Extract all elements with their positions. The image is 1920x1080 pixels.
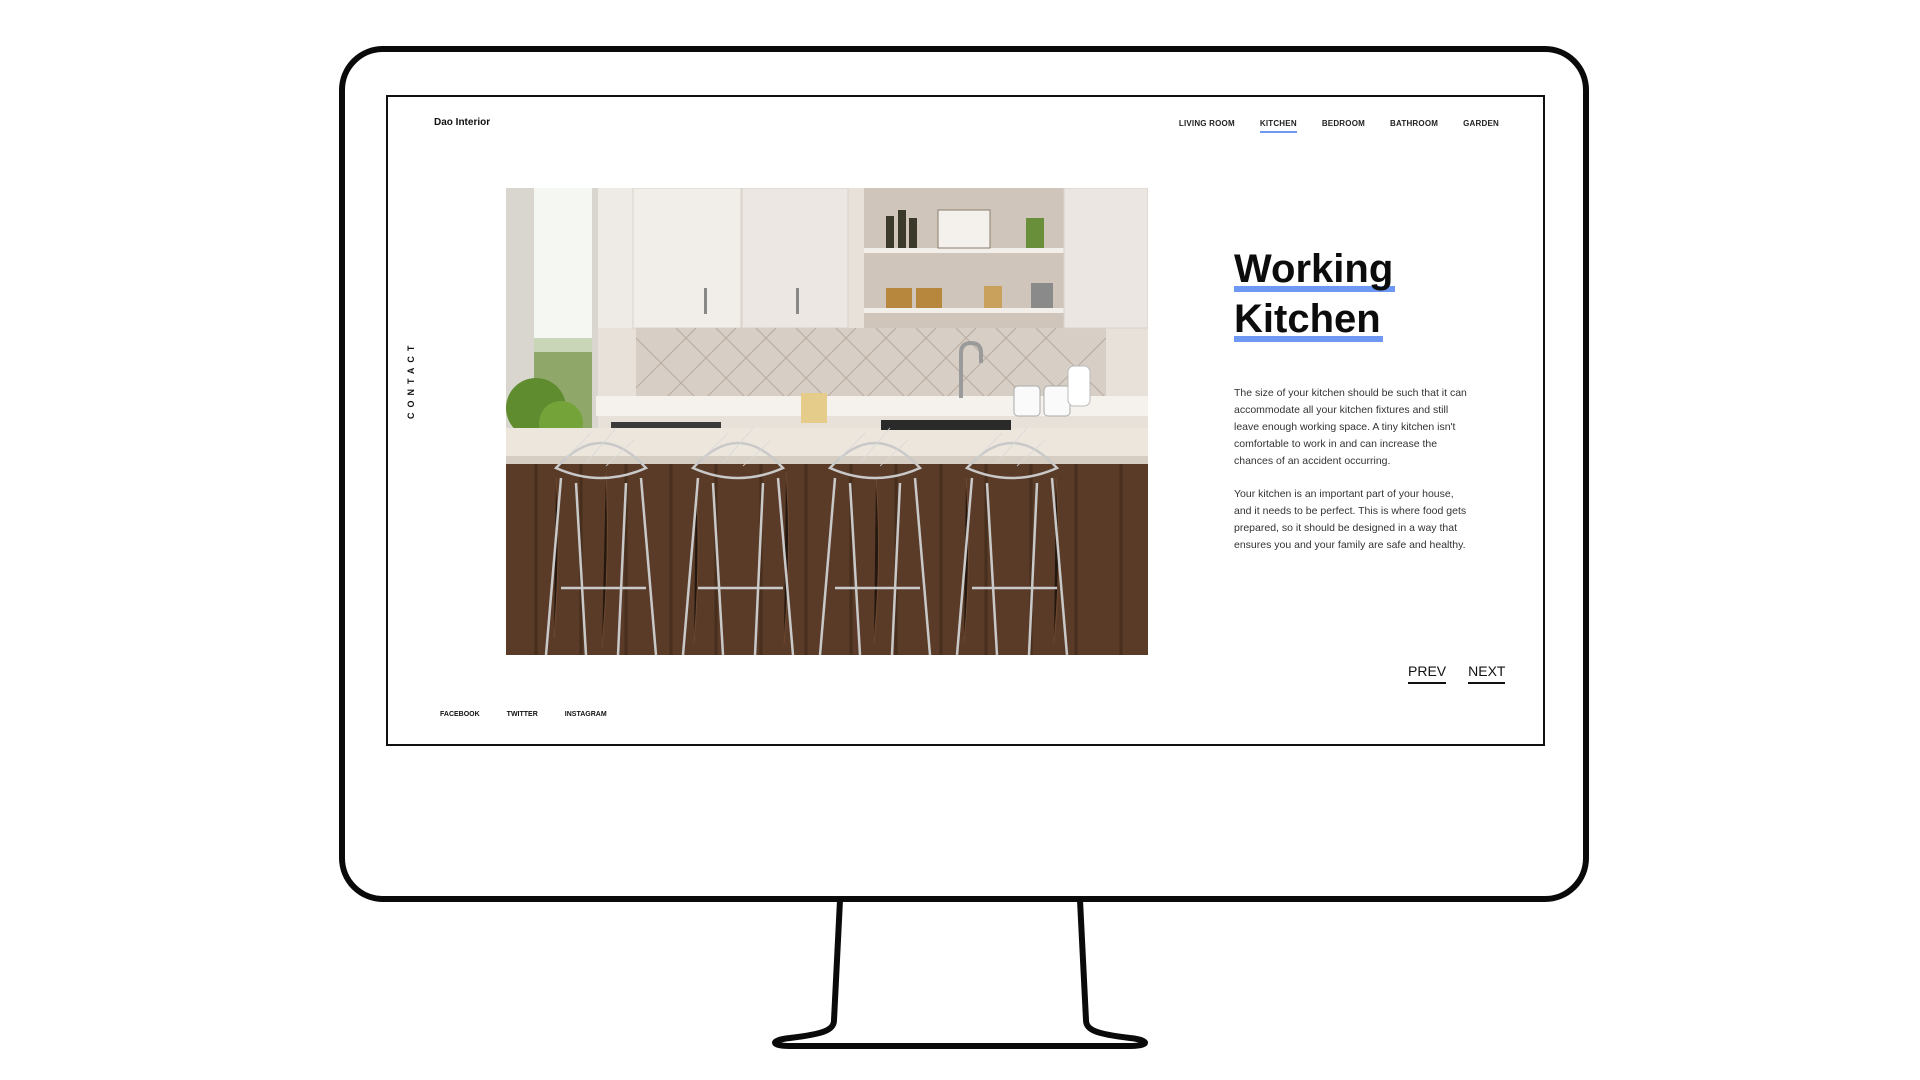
nav-item-garden[interactable]: GARDEN bbox=[1463, 119, 1499, 133]
description-paragraph-2: Your kitchen is an important part of you… bbox=[1234, 488, 1467, 551]
description-paragraph-1: The size of your kitchen should be such … bbox=[1234, 387, 1467, 467]
main-nav: LIVING ROOM KITCHEN BEDROOM BATHROOM GAR… bbox=[1179, 119, 1499, 133]
nav-item-bedroom[interactable]: BEDROOM bbox=[1322, 119, 1365, 133]
monitor-stand bbox=[772, 900, 1148, 1049]
brand-logo[interactable]: Dao Interior bbox=[434, 117, 490, 128]
kitchen-photo bbox=[506, 188, 1148, 655]
nav-item-living-room[interactable]: LIVING ROOM bbox=[1179, 119, 1235, 133]
next-button[interactable]: NEXT bbox=[1468, 663, 1506, 684]
nav-item-kitchen[interactable]: KITCHEN bbox=[1259, 119, 1297, 133]
pagination: PREV NEXT bbox=[1408, 663, 1506, 684]
contact-link[interactable]: CONTACT bbox=[406, 341, 416, 419]
prev-button[interactable]: PREV bbox=[1408, 663, 1447, 684]
hero-title-line2: Kitchen bbox=[1234, 297, 1383, 342]
hero-title: Working Kitchen bbox=[1234, 247, 1494, 347]
twitter-link[interactable]: TWITTER bbox=[507, 711, 538, 718]
hero-description: The size of your kitchen should be such … bbox=[1234, 385, 1469, 570]
facebook-link[interactable]: FACEBOOK bbox=[440, 711, 480, 718]
social-links: FACEBOOK TWITTER INSTAGRAM bbox=[440, 711, 607, 718]
hero-title-line1: Working bbox=[1234, 247, 1396, 292]
website-frame: Dao Interior LIVING ROOM KITCHEN BEDROOM… bbox=[386, 95, 1545, 746]
nav-item-bathroom[interactable]: BATHROOM bbox=[1390, 119, 1438, 133]
instagram-link[interactable]: INSTAGRAM bbox=[565, 711, 607, 718]
